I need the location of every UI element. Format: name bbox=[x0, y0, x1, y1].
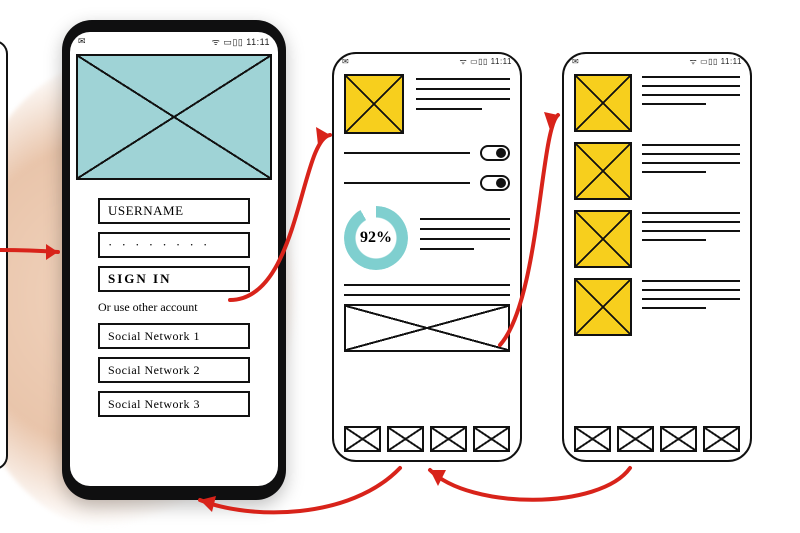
password-field[interactable]: · · · · · · · · bbox=[98, 232, 250, 258]
screen-list: ✉ ᯤ ▭▯▯ 11:11 bbox=[562, 52, 752, 462]
social-login-2[interactable]: Social Network 2 bbox=[98, 357, 250, 383]
text-line bbox=[420, 248, 474, 250]
text-line bbox=[420, 218, 510, 220]
login-form: USERNAME · · · · · · · · SIGN IN Or use … bbox=[70, 180, 278, 417]
nav-item-2[interactable] bbox=[387, 426, 424, 452]
screen-signin: ✉ ᯤ ▭▯▯ 11:11 USERNAME · · · · · · · · S… bbox=[70, 32, 278, 486]
banner-placeholder[interactable] bbox=[344, 304, 510, 352]
toggle-switch-1[interactable] bbox=[480, 145, 510, 161]
signin-button[interactable]: SIGN IN bbox=[98, 266, 250, 292]
text-line bbox=[642, 230, 740, 232]
text-line bbox=[642, 298, 740, 300]
list bbox=[564, 68, 750, 336]
mail-icon: ✉ bbox=[572, 57, 579, 66]
list-item[interactable] bbox=[574, 278, 740, 336]
text-line bbox=[642, 103, 706, 105]
text-line bbox=[416, 98, 510, 100]
text-line bbox=[642, 153, 740, 155]
status-bar: ✉ ᯤ ▭▯▯ 11:11 bbox=[334, 54, 520, 68]
text-line bbox=[642, 221, 740, 223]
nav-item-1[interactable] bbox=[574, 426, 611, 452]
text-line bbox=[642, 212, 740, 214]
bottom-nav bbox=[574, 426, 740, 452]
status-right: ᯤ ▭▯▯ 11:11 bbox=[460, 56, 512, 67]
text-line bbox=[642, 307, 706, 309]
avatar-placeholder bbox=[344, 74, 404, 134]
mail-icon: ✉ bbox=[78, 36, 86, 47]
screen-dashboard: ✉ ᯤ ▭▯▯ 11:11 bbox=[332, 52, 522, 462]
text-line bbox=[642, 280, 740, 282]
list-item[interactable] bbox=[574, 74, 740, 132]
thumb-placeholder bbox=[574, 142, 632, 200]
text-line bbox=[642, 94, 740, 96]
text-line bbox=[416, 78, 510, 80]
progress-row: 92% bbox=[344, 206, 510, 270]
username-field[interactable]: USERNAME bbox=[98, 198, 250, 224]
nav-item-3[interactable] bbox=[660, 426, 697, 452]
text-line bbox=[416, 108, 482, 110]
profile-header bbox=[344, 74, 510, 134]
progress-value: 92% bbox=[344, 206, 408, 270]
text-line bbox=[344, 294, 510, 296]
text-line bbox=[416, 88, 510, 90]
status-bar: ✉ ᯤ ▭▯▯ 11:11 bbox=[564, 54, 750, 68]
prev-screen-edge bbox=[0, 40, 8, 470]
text-line bbox=[642, 76, 740, 78]
wireflow-diagram: ✉ ᯤ ▭▯▯ 11:11 USERNAME · · · · · · · · S… bbox=[0, 0, 800, 533]
list-item[interactable] bbox=[574, 210, 740, 268]
list-item[interactable] bbox=[574, 142, 740, 200]
text-line bbox=[344, 284, 510, 286]
text-line bbox=[642, 289, 740, 291]
text-line bbox=[420, 228, 510, 230]
toggle-switch-2[interactable] bbox=[480, 175, 510, 191]
social-login-3[interactable]: Social Network 3 bbox=[98, 391, 250, 417]
setting-row bbox=[344, 172, 510, 194]
social-login-1[interactable]: Social Network 1 bbox=[98, 323, 250, 349]
status-right: ᯤ ▭▯▯ 11:11 bbox=[212, 35, 270, 48]
text-line bbox=[642, 239, 706, 241]
bottom-nav bbox=[344, 426, 510, 452]
setting-label bbox=[344, 182, 470, 184]
text-line bbox=[642, 171, 706, 173]
status-bar: ✉ ᯤ ▭▯▯ 11:11 bbox=[70, 32, 278, 50]
thumb-placeholder bbox=[574, 210, 632, 268]
or-label: Or use other account bbox=[98, 300, 250, 315]
nav-item-4[interactable] bbox=[703, 426, 740, 452]
thumb-placeholder bbox=[574, 278, 632, 336]
status-right: ᯤ ▭▯▯ 11:11 bbox=[690, 56, 742, 67]
setting-label bbox=[344, 152, 470, 154]
nav-item-3[interactable] bbox=[430, 426, 467, 452]
nav-item-2[interactable] bbox=[617, 426, 654, 452]
device-bezel: ✉ ᯤ ▭▯▯ 11:11 USERNAME · · · · · · · · S… bbox=[62, 20, 286, 500]
nav-item-4[interactable] bbox=[473, 426, 510, 452]
text-line bbox=[642, 162, 740, 164]
thumb-placeholder bbox=[574, 74, 632, 132]
progress-gauge: 92% bbox=[344, 206, 408, 270]
text-line bbox=[420, 238, 510, 240]
mail-icon: ✉ bbox=[342, 57, 349, 66]
text-line bbox=[642, 85, 740, 87]
text-line bbox=[642, 144, 740, 146]
setting-row bbox=[344, 142, 510, 164]
nav-item-1[interactable] bbox=[344, 426, 381, 452]
hero-image-placeholder bbox=[76, 54, 272, 180]
